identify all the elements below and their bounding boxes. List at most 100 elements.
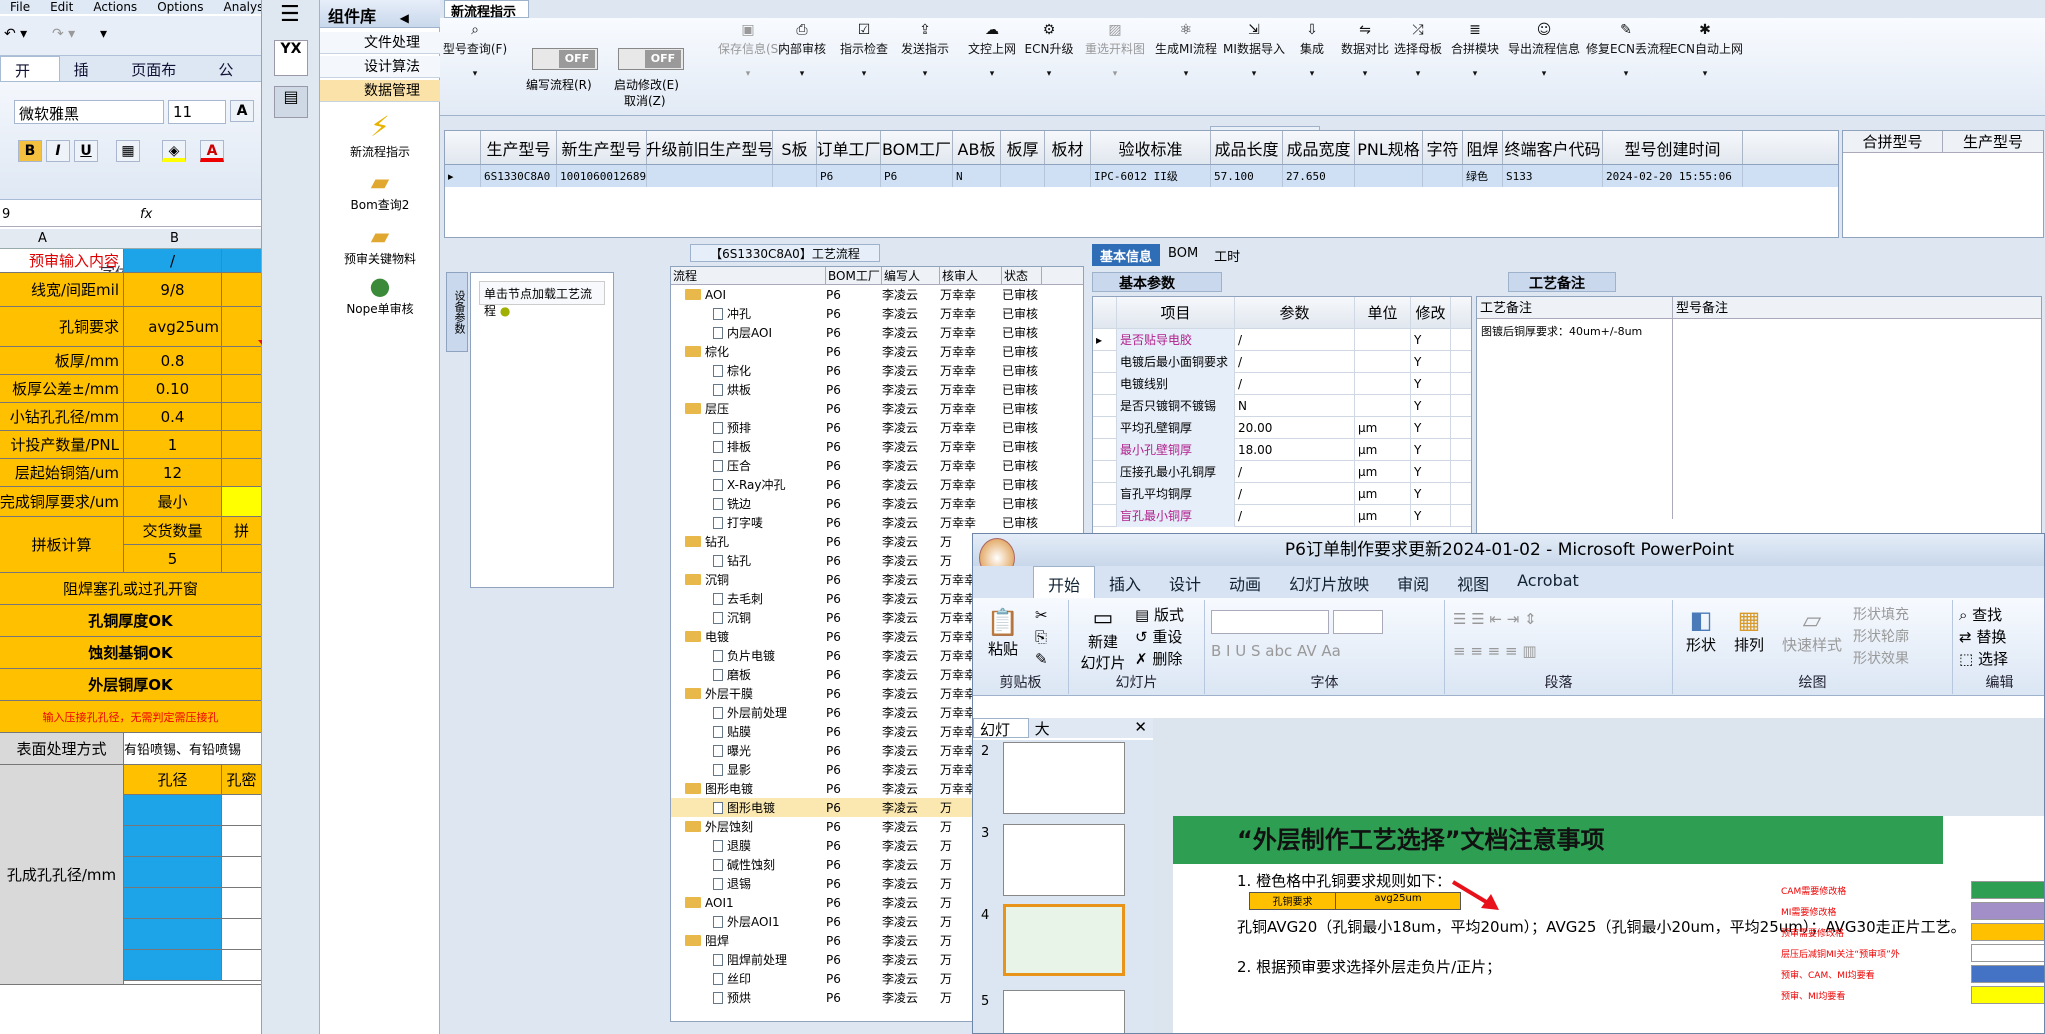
slide-thumbnail-selected[interactable]	[1003, 904, 1125, 976]
tree-item-row[interactable]: 内层AOI P6 李凌云 万幸幸 已审核	[671, 323, 1083, 342]
param-modify-cell[interactable]: Y	[1411, 350, 1451, 373]
tree-column-header[interactable]: 核审人	[940, 267, 1002, 284]
slide-canvas[interactable]: “外层制作工艺选择”文档注意事项 1. 橙色格中孔铜要求规则如下： 孔铜要求 a…	[1173, 816, 2044, 1033]
cell[interactable]	[222, 950, 261, 980]
ppt-tab[interactable]: Acrobat	[1503, 566, 1593, 598]
calculator-icon[interactable]: ▤	[274, 86, 308, 118]
table-cell[interactable]: N	[953, 165, 1001, 187]
key-material-button[interactable]: ▰ 预审关键物料	[320, 222, 440, 267]
table-cell[interactable]: 10010600126898	[557, 165, 647, 187]
menu-icon[interactable]: ☰	[280, 2, 300, 27]
tree-column-header[interactable]: 流程	[671, 267, 826, 284]
column-header[interactable]: AB板	[953, 131, 1001, 164]
cell-value[interactable]: avg25um	[124, 307, 222, 346]
slide-thumbnail[interactable]	[1003, 742, 1125, 814]
redo-icon[interactable]: ↷ ▾	[52, 26, 75, 42]
param-value-cell[interactable]: /	[1235, 504, 1355, 527]
params-column-header[interactable]: 单位	[1355, 297, 1411, 329]
cell-value[interactable]: 12	[124, 459, 222, 486]
param-modify-cell[interactable]: Y	[1411, 460, 1451, 483]
toolbar-button[interactable]: ≣ 合拼模块 ▾	[1450, 22, 1500, 79]
format-painter-icon[interactable]: ✎	[1035, 650, 1048, 668]
shape-fill-button[interactable]: 形状填充	[1853, 604, 1909, 624]
arrange-button[interactable]: ▦ 排列	[1729, 606, 1769, 655]
ppt-tab[interactable]: 设计	[1155, 566, 1215, 598]
tab-slides[interactable]: 幻灯片	[973, 718, 1029, 760]
table-cell[interactable]: 2024-02-20 15:55:06	[1603, 165, 1743, 187]
tree-item-row[interactable]: 排板 P6 李凌云 万幸幸 已审核	[671, 437, 1083, 456]
font-name-combo[interactable]	[1211, 610, 1329, 634]
comp-item-data[interactable]: 数据管理	[320, 80, 440, 102]
cell[interactable]	[124, 795, 222, 825]
column-header[interactable]: 终端客户代码	[1503, 131, 1603, 164]
tree-folder-row[interactable]: AOI P6 李凌云 万幸幸 已审核	[671, 285, 1083, 304]
table-cell[interactable]: 57.100	[1211, 165, 1283, 187]
cell-value[interactable]: 0.10	[124, 375, 222, 402]
cell[interactable]	[124, 919, 222, 949]
slide-thumbnail[interactable]	[1003, 990, 1125, 1033]
tree-item-row[interactable]: 棕化 P6 李凌云 万幸幸 已审核	[671, 361, 1083, 380]
tree-column-header[interactable]: BOM工厂	[826, 267, 882, 284]
cell-label[interactable]: 线宽/间距mil	[0, 273, 124, 306]
detail-tab[interactable]: BOM	[1160, 244, 1206, 266]
select-button[interactable]: ⬚ 选择	[1959, 648, 2008, 669]
table-cell[interactable]: S133	[1503, 165, 1603, 187]
table-cell[interactable]: P6	[817, 165, 881, 187]
toolbar-button[interactable]: ⇲ MI数据导入 ▾	[1222, 22, 1286, 79]
fx-icon[interactable]: fx	[140, 207, 152, 222]
border-icon[interactable]: ▦	[116, 140, 140, 162]
param-modify-cell[interactable]: Y	[1411, 372, 1451, 395]
menu-item[interactable]: Actions	[93, 0, 137, 14]
toolbar-button[interactable]: ⌕ 型号查询(F) ▾	[440, 22, 510, 79]
merged-cell[interactable]: 外层铜厚OK	[0, 669, 261, 700]
param-value-cell[interactable]: /	[1235, 482, 1355, 505]
column-header[interactable]: 成品宽度	[1283, 131, 1355, 164]
column-header[interactable]: 升级前旧生产型号	[647, 131, 773, 164]
cell-label[interactable]: 板厚/mm	[0, 347, 124, 374]
cell-value[interactable]: 5	[124, 545, 222, 572]
undo-icon[interactable]: ↶ ▾	[4, 26, 27, 42]
table-cell[interactable]	[1355, 165, 1423, 187]
cell-label[interactable]: 孔铜要求	[0, 307, 124, 346]
cell-value[interactable]: 最小	[124, 487, 222, 516]
comp-item-design[interactable]: 设计算法	[320, 56, 440, 78]
cell-label[interactable]: 孔成孔孔径/mm	[0, 765, 124, 984]
param-value-cell[interactable]: /	[1235, 460, 1355, 483]
detail-tab[interactable]: 基本信息	[1092, 244, 1161, 266]
column-header[interactable]: 板厚	[1001, 131, 1045, 164]
slide-thumbnail[interactable]	[1003, 824, 1125, 896]
cell[interactable]	[222, 459, 261, 486]
cell-label[interactable]: 完成铜厚要求/um	[0, 487, 124, 516]
write-flow-toggle[interactable]: OFF	[532, 48, 598, 70]
table-row[interactable]: ▸ 6S1330C8A0 10010600126898 P6 P6 N IPC-6012 I…	[445, 165, 1838, 187]
cell-label[interactable]: 孔密	[222, 765, 261, 794]
cell-label[interactable]: 计投产数量/PNL	[0, 431, 124, 458]
column-header[interactable]: 阻焊	[1463, 131, 1503, 164]
name-box[interactable]: 9	[2, 207, 10, 222]
column-header[interactable]: 生产型号	[481, 131, 557, 164]
cell-value[interactable]: 0.8	[124, 347, 222, 374]
bold-button[interactable]: B	[18, 140, 42, 162]
process-notes-title[interactable]: 工艺备注	[1508, 272, 1616, 292]
tree-folder-row[interactable]: 层压 P6 李凌云 万幸幸 已审核	[671, 399, 1083, 418]
tree-column-header[interactable]: 状态	[1002, 267, 1042, 284]
cell[interactable]	[222, 545, 261, 572]
cell[interactable]	[222, 795, 261, 825]
excel-tab[interactable]: 公式	[204, 56, 261, 100]
param-modify-cell[interactable]: Y	[1411, 504, 1451, 527]
underline-button[interactable]: U	[74, 140, 98, 162]
cell[interactable]	[222, 857, 261, 887]
column-header[interactable]: 成品长度	[1211, 131, 1283, 164]
param-value-cell[interactable]: /	[1235, 350, 1355, 373]
nope-review-button[interactable]: ● Nope单审核	[320, 272, 440, 317]
cell[interactable]	[222, 249, 261, 272]
cell-label[interactable]: 预审输入内容	[0, 249, 124, 272]
tree-item-row[interactable]: X-Ray冲孔 P6 李凌云 万幸幸 已审核	[671, 475, 1083, 494]
cell[interactable]	[124, 888, 222, 918]
start-edit-toggle[interactable]: OFF	[618, 48, 684, 70]
basic-params-title[interactable]: 基本参数	[1092, 272, 1222, 292]
table-cell[interactable]: P6	[881, 165, 953, 187]
column-header[interactable]: PNL规格	[1355, 131, 1423, 164]
cell[interactable]	[222, 919, 261, 949]
table-cell[interactable]	[1045, 165, 1091, 187]
